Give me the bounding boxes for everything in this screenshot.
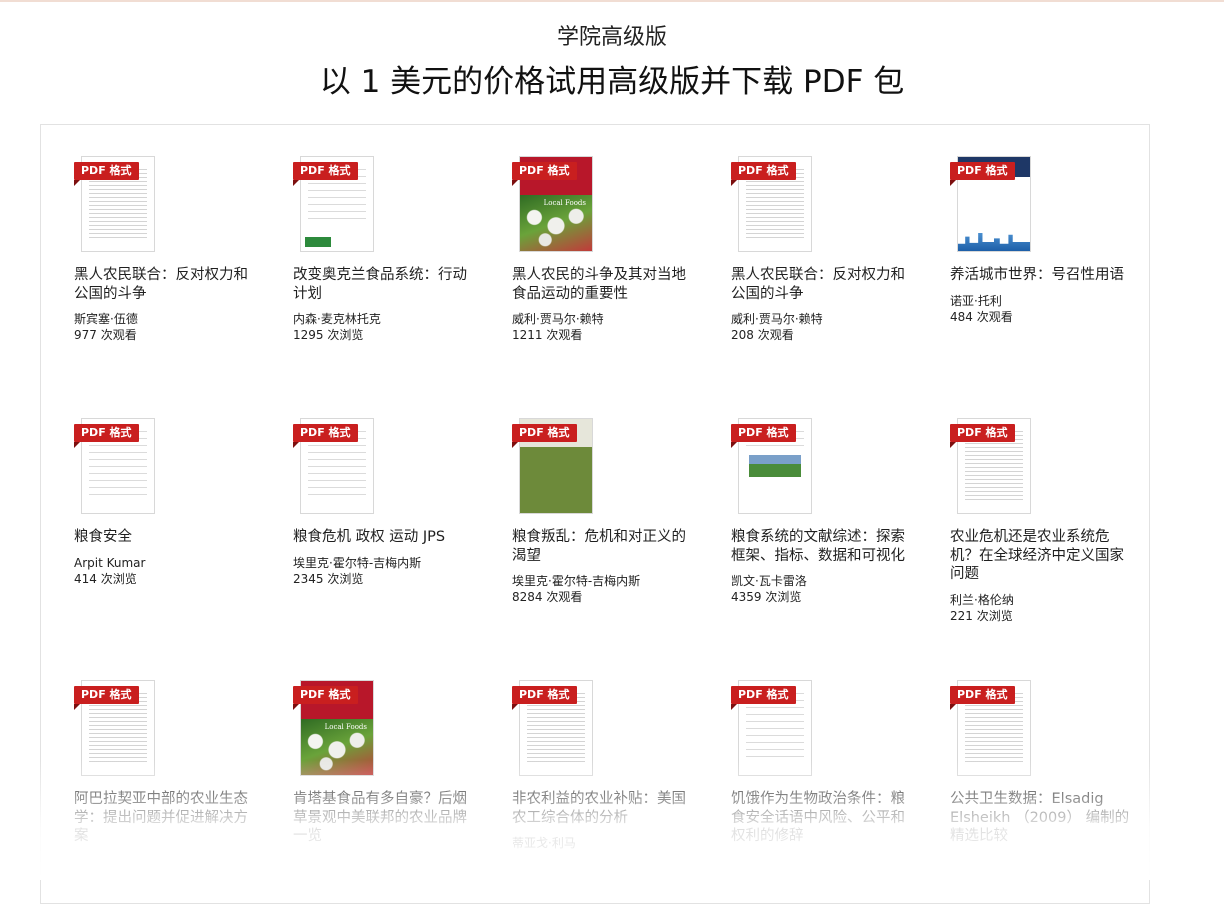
document-title[interactable]: 粮食系统的文献综述：探索框架、指标、数据和可视化凯文·瓦卡雷洛 4359 次浏览 — [731, 528, 911, 605]
top-divider — [0, 0, 1224, 2]
document-views: 4359 次浏览 — [731, 590, 802, 604]
pdf-format-badge: PDF 格式 — [731, 162, 796, 186]
document-views: 208 次观看 — [731, 328, 794, 342]
document-title[interactable]: 改变奥克兰食品系统：行动计划内森·麦克林托克 1295 次浏览 — [293, 266, 473, 343]
document-title-text[interactable]: 黑人农民的斗争及其对当地食品运动的重要性 — [512, 266, 692, 303]
pdf-format-badge: PDF 格式 — [74, 162, 139, 186]
document-title[interactable]: 养活城市世界：号召性用语 诺亚·托利 484 次观看 — [950, 266, 1130, 325]
document-author[interactable]: 内森·麦克林托克 — [293, 311, 473, 327]
document-author[interactable]: 威利·贾马尔·赖特 — [512, 311, 692, 327]
document-views: 1295 次浏览 — [293, 328, 364, 342]
document-views: 414 次浏览 — [74, 571, 137, 586]
pdf-format-badge: PDF 格式 — [512, 162, 577, 186]
pdf-format-badge: PDF 格式 — [512, 686, 577, 710]
document-author[interactable]: Arpit Kumar — [74, 555, 254, 571]
document-title-text[interactable]: 黑人农民联合：反对权力和公国的斗争 — [731, 266, 911, 303]
bottom-fade — [0, 760, 1224, 880]
document-title-text[interactable]: 粮食安全 — [74, 528, 254, 547]
pdf-format-badge: PDF 格式 — [293, 162, 358, 186]
pdf-format-badge: PDF 格式 — [950, 424, 1015, 448]
cover-title: Local Foods — [324, 723, 367, 731]
document-title[interactable]: 粮食危机 政权 运动 JPS 埃里克·霍尔特-吉梅内斯 2345 次浏览 — [293, 528, 473, 587]
document-title[interactable]: 农业危机还是农业系统危机？在全球经济中定义国家问题利兰·格伦纳 221 次浏览 — [950, 528, 1130, 624]
document-author[interactable]: 凯文·瓦卡雷洛 — [731, 573, 911, 589]
cover-title: Local Foods — [543, 199, 586, 207]
document-views: 977 次观看 — [74, 328, 137, 342]
document-title[interactable]: 黑人农民联合：反对权力和公国的斗争威利·贾马尔·赖特 208 次观看 — [731, 266, 911, 343]
document-title[interactable]: 黑人农民的斗争及其对当地食品运动的重要性威利·贾马尔·赖特 1211 次观看 — [512, 266, 692, 343]
document-title[interactable]: 黑人农民联合：反对权力和公国的斗争斯宾塞·伍德 977 次观看 — [74, 266, 254, 343]
document-views: 484 次观看 — [950, 309, 1013, 324]
pdf-format-badge: PDF 格式 — [512, 424, 577, 448]
pdf-format-badge: PDF 格式 — [950, 162, 1015, 186]
pdf-format-badge: PDF 格式 — [74, 424, 139, 448]
document-title-text[interactable]: 粮食危机 政权 运动 JPS — [293, 528, 473, 547]
pdf-format-badge: PDF 格式 — [293, 424, 358, 448]
pdf-format-badge: PDF 格式 — [731, 686, 796, 710]
document-title-text[interactable]: 农业危机还是农业系统危机？在全球经济中定义国家问题 — [950, 528, 1130, 584]
document-title-text[interactable]: 改变奥克兰食品系统：行动计划 — [293, 266, 473, 303]
document-title[interactable]: 粮食叛乱：危机和对正义的渴望埃里克·霍尔特-吉梅内斯 8284 次观看 — [512, 528, 692, 605]
pdf-format-badge: PDF 格式 — [74, 686, 139, 710]
document-views: 1211 次观看 — [512, 328, 583, 342]
document-author[interactable]: 斯宾塞·伍德 — [74, 311, 254, 327]
document-title-text[interactable]: 养活城市世界：号召性用语 — [950, 266, 1130, 285]
document-author[interactable]: 埃里克·霍尔特-吉梅内斯 — [293, 555, 473, 571]
page-subtitle: 学院高级版 — [556, 25, 667, 50]
document-views: 2345 次浏览 — [293, 571, 364, 586]
document-title-text[interactable]: 粮食系统的文献综述：探索框架、指标、数据和可视化 — [731, 528, 911, 565]
document-views: 8284 次观看 — [512, 590, 583, 604]
page-title: 以 1 美元的价格试用高级版并下载 PDF 包 — [319, 64, 905, 100]
document-author[interactable]: 埃里克·霍尔特-吉梅内斯 — [512, 573, 692, 589]
pdf-format-badge: PDF 格式 — [731, 424, 796, 448]
pdf-format-badge: PDF 格式 — [950, 686, 1015, 710]
document-title-text[interactable]: 粮食叛乱：危机和对正义的渴望 — [512, 528, 692, 565]
document-title-text[interactable]: 黑人农民联合：反对权力和公国的斗争 — [74, 266, 254, 303]
document-views: 221 次浏览 — [950, 608, 1013, 623]
page-header: 学院高级版 以 1 美元的价格试用高级版并下载 PDF 包 — [0, 20, 1224, 108]
document-title[interactable]: 粮食安全 Arpit Kumar 414 次浏览 — [74, 528, 254, 587]
pdf-format-badge: PDF 格式 — [293, 686, 358, 710]
document-author[interactable]: 利兰·格伦纳 — [950, 592, 1130, 608]
document-author[interactable]: 威利·贾马尔·赖特 — [731, 311, 911, 327]
document-author[interactable]: 诺亚·托利 — [950, 293, 1130, 309]
